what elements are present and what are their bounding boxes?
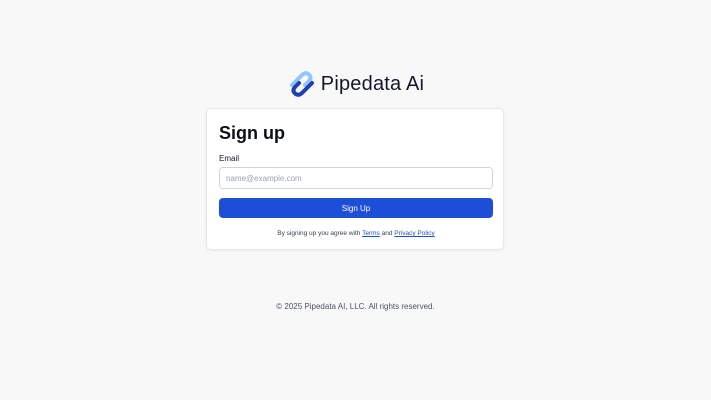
- signup-title: Sign up: [219, 123, 285, 143]
- signup-page: Pipedata Ai Sign up Email Sign Up By sig…: [0, 0, 711, 400]
- privacy-policy-link[interactable]: Privacy Policy: [394, 230, 434, 237]
- email-label: Email: [219, 154, 240, 163]
- terms-agreement-text: By signing up you agree with Terms and P…: [207, 230, 505, 237]
- sign-up-button[interactable]: Sign Up: [219, 198, 493, 218]
- agree-and: and: [381, 230, 393, 237]
- brand-name: Pipedata Ai: [320, 72, 425, 95]
- email-field[interactable]: [219, 167, 493, 189]
- pipedata-logo-icon: [289, 71, 314, 97]
- footer-copyright: © 2025 Pipedata AI, LLC. All rights rese…: [276, 302, 435, 311]
- signup-card: Sign up Email Sign Up By signing up you …: [206, 108, 504, 250]
- brand-header: Pipedata Ai: [0, 70, 711, 98]
- terms-link[interactable]: Terms: [362, 230, 380, 237]
- brand-logo-group: Pipedata Ai: [289, 71, 424, 97]
- agree-prefix: By signing up you agree with: [277, 230, 361, 237]
